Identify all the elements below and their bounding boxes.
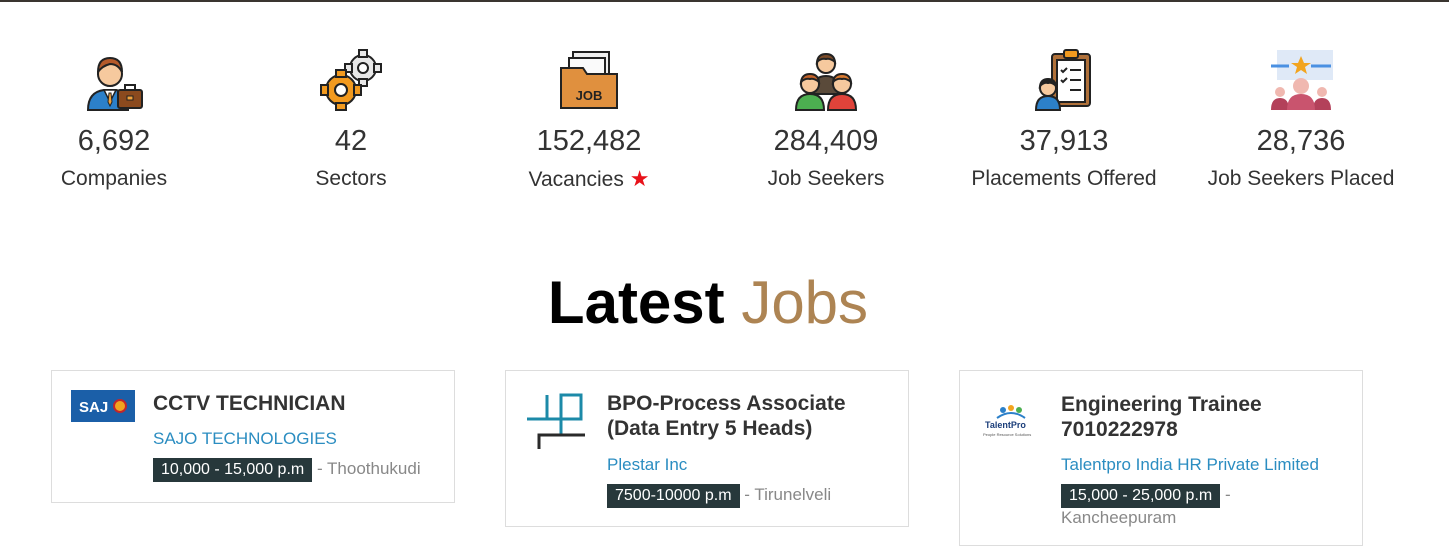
star-icon: ★ bbox=[629, 166, 650, 191]
svg-text:JOB: JOB bbox=[576, 88, 603, 103]
top-border-strip bbox=[0, 0, 1449, 2]
stat-value: 42 bbox=[334, 125, 368, 157]
logo-text: SAJ bbox=[79, 399, 108, 416]
stat-label: Sectors bbox=[315, 167, 387, 190]
businessman-briefcase-icon bbox=[86, 56, 143, 111]
stat-sectors: 42 Sectors bbox=[231, 48, 471, 192]
job-card[interactable]: SAJ CCTV TECHNICIAN SAJO TECHNOLOGIES 10… bbox=[51, 370, 455, 503]
stat-label: Job Seekers Placed bbox=[1207, 167, 1395, 190]
salary-badge: 7500-10000 p.m bbox=[607, 484, 740, 508]
stat-value: 37,913 bbox=[1019, 125, 1109, 157]
stat-value: 28,736 bbox=[1256, 125, 1346, 157]
stat-label: Vacancies ★ bbox=[528, 166, 650, 191]
company-logo bbox=[527, 393, 585, 449]
job-location: Tirunelveli bbox=[754, 485, 832, 504]
stat-companies: 6,692 Companies bbox=[0, 48, 234, 192]
salary-row: 15,000 - 25,000 p.m - bbox=[1061, 483, 1231, 508]
job-location: Thoothukudi bbox=[327, 459, 421, 478]
stat-value: 284,409 bbox=[773, 125, 879, 157]
job-folder-icon: JOB bbox=[560, 51, 618, 109]
stat-value: 6,692 bbox=[77, 125, 151, 157]
job-title-link[interactable]: BPO-Process Associate (Data Entry 5 Head… bbox=[607, 391, 897, 441]
job-location: Kancheepuram bbox=[1061, 508, 1177, 527]
stat-vacancies: JOB 152,482 Vacancies ★ bbox=[469, 48, 709, 193]
heading-accent: Jobs bbox=[741, 269, 869, 336]
job-card[interactable]: TalentPro People Resource Solutions Engi… bbox=[959, 370, 1363, 546]
job-card[interactable]: BPO-Process Associate (Data Entry 5 Head… bbox=[505, 370, 909, 527]
gears-icon bbox=[320, 49, 382, 111]
stat-job-seekers-placed: 28,736 Job Seekers Placed bbox=[1181, 48, 1421, 192]
section-heading: Latest Jobs bbox=[0, 266, 1416, 340]
location-separator: - bbox=[1224, 485, 1231, 504]
stat-label: Job Seekers bbox=[767, 167, 885, 190]
heading-main: Latest bbox=[547, 269, 725, 336]
salary-location-row: 10,000 - 15,000 p.m - Thoothukudi bbox=[153, 457, 421, 482]
logo-subtext: People Resource Solutions bbox=[983, 432, 1031, 437]
salary-badge: 15,000 - 25,000 p.m bbox=[1061, 484, 1221, 508]
stat-job-seekers: 284,409 Job Seekers bbox=[706, 48, 946, 192]
company-link[interactable]: Plestar Inc bbox=[607, 454, 687, 476]
stat-placements-offered: 37,913 Placements Offered bbox=[944, 48, 1184, 192]
stat-label: Placements Offered bbox=[971, 167, 1157, 190]
location-separator: - bbox=[316, 459, 328, 478]
company-logo: TalentPro People Resource Solutions bbox=[983, 405, 1031, 437]
logo-text: TalentPro bbox=[985, 420, 1026, 430]
clipboard-person-icon bbox=[1034, 49, 1091, 111]
company-link[interactable]: SAJO TECHNOLOGIES bbox=[153, 428, 337, 450]
stat-value: 152,482 bbox=[536, 125, 642, 157]
star-people-icon bbox=[1271, 50, 1333, 110]
company-logo: SAJ bbox=[71, 390, 135, 422]
stat-label: Companies bbox=[60, 167, 168, 190]
salary-badge: 10,000 - 15,000 p.m bbox=[153, 458, 313, 482]
location-separator: - bbox=[744, 485, 755, 504]
job-title-link[interactable]: CCTV TECHNICIAN bbox=[153, 391, 346, 416]
people-group-icon bbox=[794, 52, 858, 111]
job-title-link[interactable]: Engineering Trainee 7010222978 bbox=[1061, 392, 1351, 442]
company-link[interactable]: Talentpro India HR Private Limited bbox=[1061, 454, 1319, 476]
salary-location-row: 7500-10000 p.m - Tirunelveli bbox=[607, 483, 831, 508]
